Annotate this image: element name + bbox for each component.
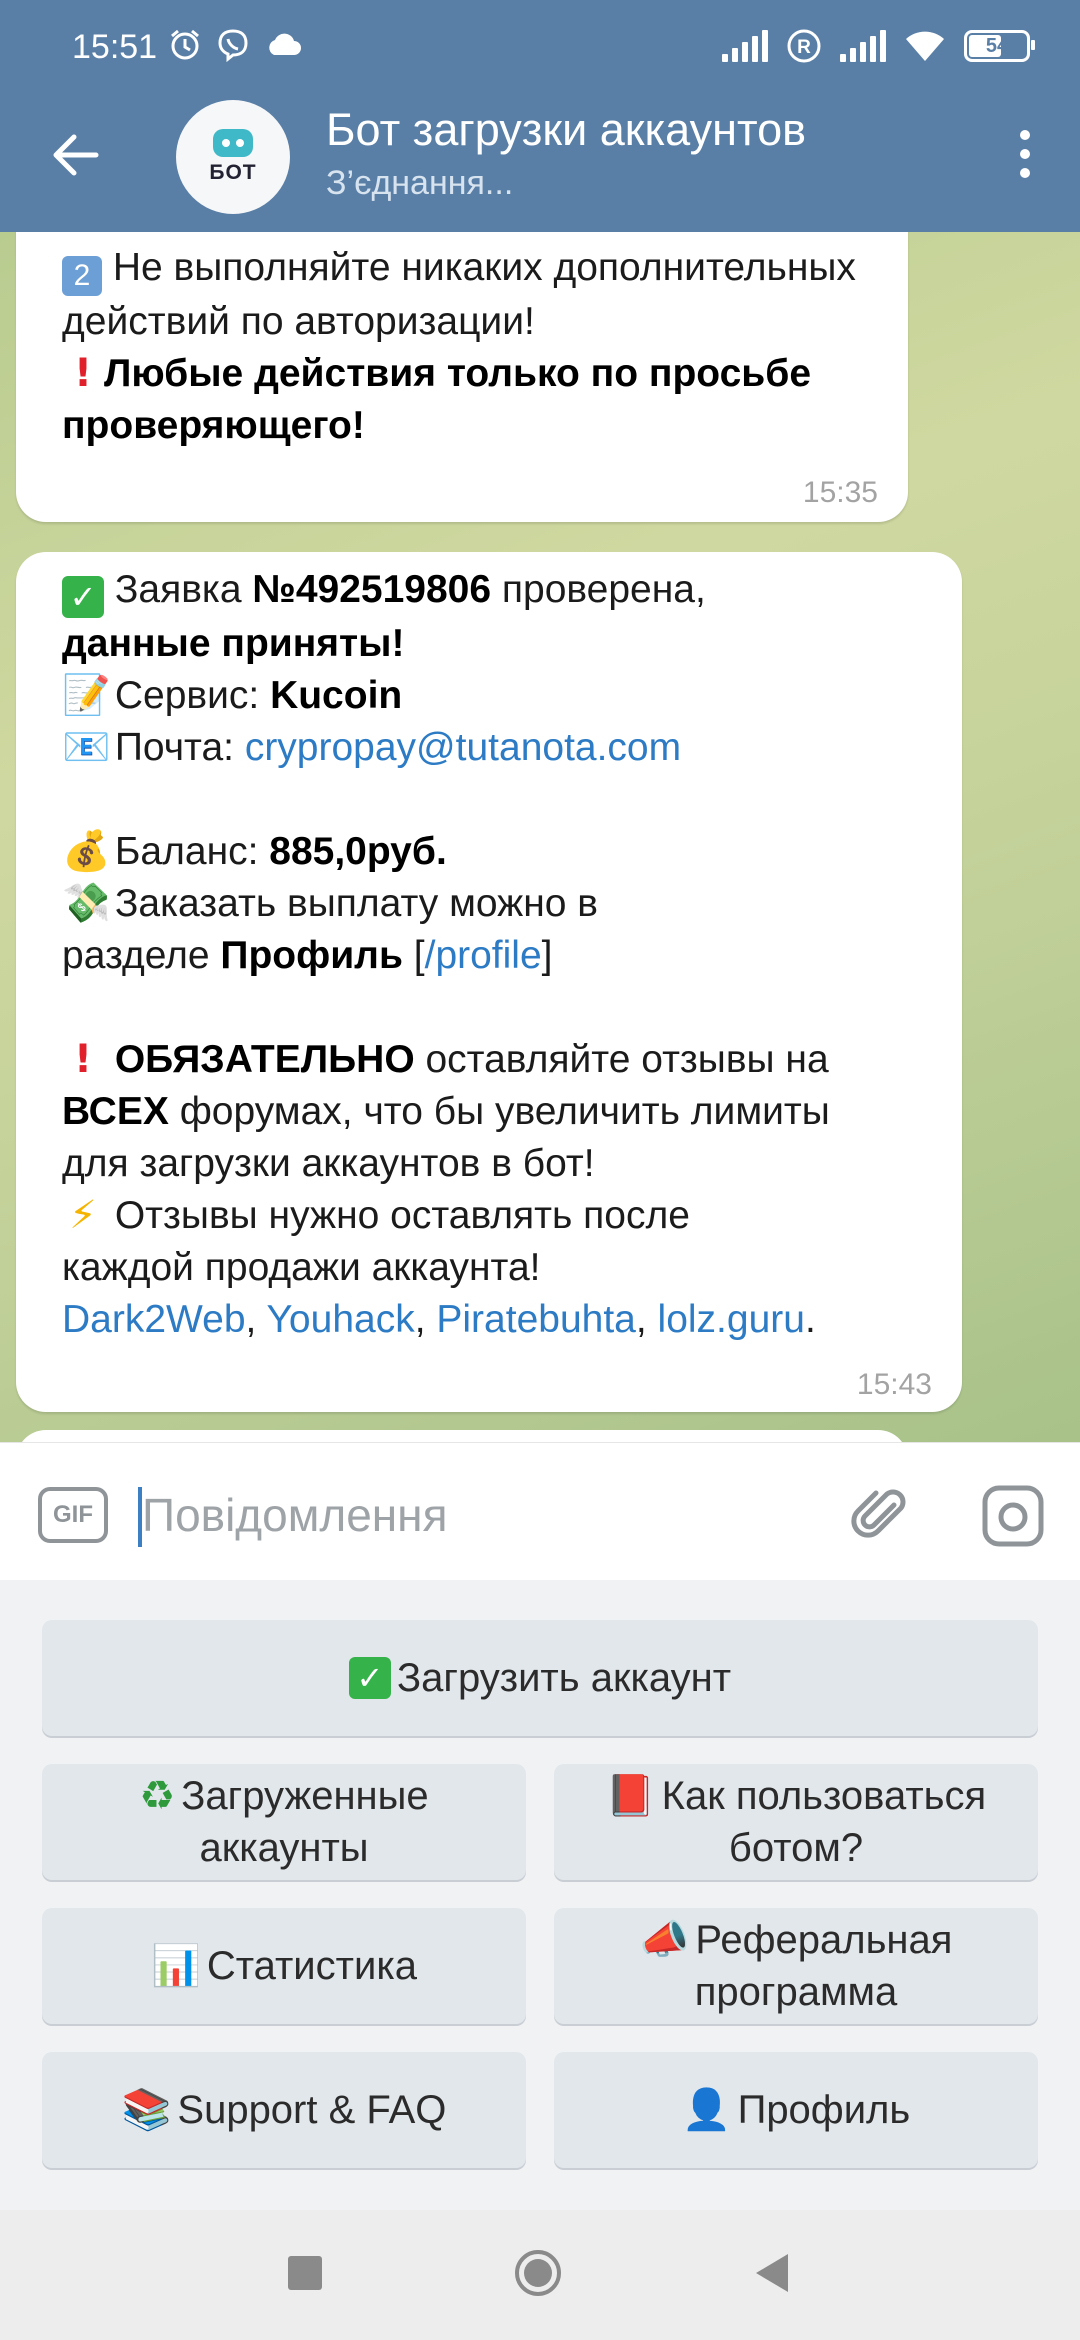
system-nav-bar xyxy=(0,2210,1080,2340)
roaming-icon: R xyxy=(787,29,821,63)
arrow-left-icon xyxy=(53,134,99,176)
status-bar: 15:51 R 54 xyxy=(0,0,1080,95)
status-left-icons xyxy=(168,28,302,62)
message-bubble[interactable]: почты. 2 Не выполняйте никаких дополните… xyxy=(16,232,908,522)
more-menu-button[interactable] xyxy=(990,118,1060,190)
memo-icon: 📝 xyxy=(62,673,111,718)
check-mark-icon: ✓ xyxy=(62,576,104,618)
back-button[interactable] xyxy=(40,120,110,190)
how-to-use-button[interactable]: 📕 Как пользоваться ботом? xyxy=(554,1764,1038,1880)
chat-title[interactable]: Бот загрузки аккаунтов xyxy=(326,104,806,156)
message-bubble[interactable] xyxy=(16,1430,908,1442)
message-input-bar: GIF xyxy=(0,1442,1080,1581)
books-icon: 📚 xyxy=(121,2087,172,2133)
partial-line: почты. xyxy=(62,232,892,242)
forum-link-youhack[interactable]: Youhack xyxy=(267,1298,415,1341)
recycle-icon: ♻ xyxy=(139,1773,176,1819)
gif-button[interactable]: GIF xyxy=(38,1487,108,1543)
support-faq-button[interactable]: 📚 Support & FAQ xyxy=(42,2052,526,2168)
message-input[interactable] xyxy=(140,1479,824,1551)
recent-apps-icon[interactable] xyxy=(280,2248,330,2298)
exclamation-icon: ! xyxy=(74,351,92,396)
referral-program-button[interactable]: 📣 Реферальная программа xyxy=(554,1908,1038,2024)
forum-link-lolz[interactable]: lolz.guru xyxy=(658,1298,805,1341)
robot-icon xyxy=(213,129,253,157)
alarm-icon xyxy=(171,29,199,60)
home-icon[interactable] xyxy=(513,2248,563,2298)
chat-area[interactable]: почты. 2 Не выполняйте никаких дополните… xyxy=(0,232,1080,1442)
upload-account-button[interactable]: ✓ Загрузить аккаунт xyxy=(42,1620,1038,1736)
exclamation-icon: ! xyxy=(74,1037,92,1082)
cloud-icon xyxy=(269,33,301,55)
message-bubble[interactable]: ✓ Заявка №492519806 проверена, данные пр… xyxy=(16,552,962,1412)
svg-text:R: R xyxy=(797,37,811,58)
lightning-icon: ⚡ xyxy=(69,1193,97,1238)
bot-keyboard: ✓ Загрузить аккаунт ♻ Загруженные аккаунты… xyxy=(0,1580,1080,2210)
avatar-text: БОТ xyxy=(209,161,257,184)
money-wings-icon: 💸 xyxy=(62,881,111,926)
user-icon: 👤 xyxy=(681,2087,732,2133)
statistics-button[interactable]: 📊 Статистика xyxy=(42,1908,526,2024)
chat-status: З’єднання... xyxy=(326,164,514,202)
book-icon: 📕 xyxy=(605,1773,656,1819)
battery-icon: 54 xyxy=(964,30,1035,62)
message-time: 15:43 xyxy=(856,1368,932,1401)
app-header: 15:51 R 54 БОТ Бот загрузки аккаунтов З’… xyxy=(0,0,1080,232)
profile-command-link[interactable]: /profile xyxy=(425,934,542,977)
signal-icon-2 xyxy=(840,30,886,62)
wifi-icon xyxy=(906,31,944,61)
camera-icon[interactable] xyxy=(980,1483,1046,1549)
status-right-icons: R 54 xyxy=(722,28,1035,64)
back-nav-icon[interactable] xyxy=(748,2248,798,2298)
dot xyxy=(1020,130,1030,140)
email-icon: 📧 xyxy=(62,725,111,770)
profile-button[interactable]: 👤 Профиль xyxy=(554,2052,1038,2168)
message-text: почты. 2 Не выполняйте никаких дополните… xyxy=(62,232,892,452)
bar-chart-icon: 📊 xyxy=(151,1943,201,1989)
uploaded-accounts-button[interactable]: ♻ Загруженные аккаунты xyxy=(42,1764,526,1880)
keycap-2-icon: 2 xyxy=(62,256,102,296)
avatar[interactable]: БОТ xyxy=(176,100,290,214)
email-link[interactable]: crypropay@tutanota.com xyxy=(245,726,681,769)
signal-icon xyxy=(722,30,768,62)
status-time: 15:51 xyxy=(72,28,158,66)
megaphone-icon: 📣 xyxy=(639,1917,690,1963)
forum-link-piratebuhta[interactable]: Piratebuhta xyxy=(436,1298,635,1341)
forum-link-dark2web[interactable]: Dark2Web xyxy=(62,1298,246,1341)
check-mark-icon: ✓ xyxy=(348,1657,391,1699)
dot xyxy=(1020,149,1030,159)
paperclip-icon[interactable] xyxy=(850,1483,914,1547)
viber-icon xyxy=(218,29,248,62)
dot xyxy=(1020,168,1030,178)
money-bag-icon: 💰 xyxy=(62,829,111,874)
message-time: 15:35 xyxy=(802,476,878,509)
message-text: ✓ Заявка №492519806 проверена, данные пр… xyxy=(62,568,830,1341)
